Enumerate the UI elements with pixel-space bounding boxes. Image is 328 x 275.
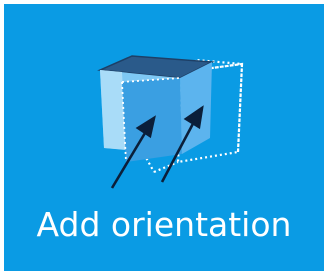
cube-rotate-icon xyxy=(97,55,244,189)
add-orientation-button[interactable]: Add orientation xyxy=(4,4,324,271)
add-orientation-icon-wrap xyxy=(4,4,324,204)
button-label: Add orientation xyxy=(36,205,292,244)
